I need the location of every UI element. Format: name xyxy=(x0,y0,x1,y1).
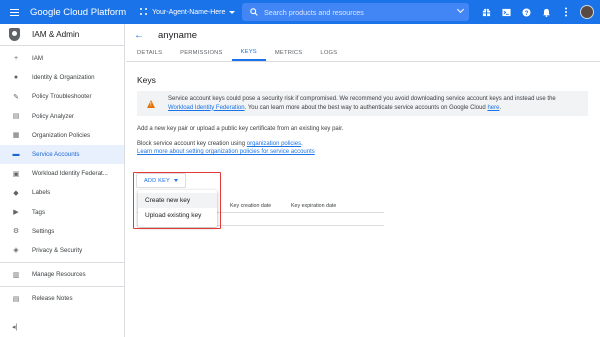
main-menu-button[interactable] xyxy=(2,0,26,24)
sidebar-title: IAM & Admin xyxy=(32,30,80,39)
sidebar-item-service-accounts[interactable]: ▬ Service Accounts xyxy=(0,144,124,165)
sidebar-item-release-notes[interactable]: ▤ Release Notes xyxy=(0,289,124,308)
column-key-creation-date[interactable]: Key creation date xyxy=(230,203,271,209)
sidebar: IAM & Admin + IAM ● Identity & Organizat… xyxy=(0,24,125,337)
search-input[interactable] xyxy=(264,7,444,17)
page-title: anyname xyxy=(158,29,198,41)
sidebar-item-label: Manage Resources xyxy=(32,271,86,279)
add-key-label: ADD KEY xyxy=(144,177,170,184)
search-bar[interactable] xyxy=(242,3,469,21)
sidebar-item-labels[interactable]: ◆ Labels xyxy=(0,183,124,202)
sidebar-item-policy-troubleshooter[interactable]: ✎ Policy Troubleshooter xyxy=(0,87,124,106)
person-circle-icon: ● xyxy=(13,74,19,82)
block-end: . xyxy=(301,141,303,148)
search-expand-chevron-icon[interactable] xyxy=(456,5,465,14)
label-icon: ◆ xyxy=(13,189,19,197)
add-key-description: Add a new key pair or upload a public ke… xyxy=(137,126,344,132)
terminal-icon[interactable] xyxy=(496,0,516,24)
menu-item-upload-existing-key[interactable]: Upload existing key xyxy=(138,208,217,223)
block-key-paragraph: Block service account key creation using… xyxy=(137,140,600,156)
sidebar-header: IAM & Admin xyxy=(0,24,124,46)
document-search-icon: ▤ xyxy=(12,113,20,121)
tab-details[interactable]: DETAILS xyxy=(128,45,171,61)
sidebar-item-label: Service Accounts xyxy=(32,151,80,159)
project-name: Your-Agent-Name-Here xyxy=(152,8,226,16)
sidebar-item-label: IAM xyxy=(32,55,44,63)
section-title: Keys xyxy=(137,75,156,85)
more-vert-icon[interactable] xyxy=(556,0,576,24)
workload-identity-link[interactable]: Workload Identity Federation xyxy=(168,105,245,111)
help-icon[interactable]: ? xyxy=(516,0,536,24)
sidebar-item-label: Settings xyxy=(32,227,55,235)
collapse-icon[interactable]: ◂| xyxy=(12,323,17,331)
sidebar-item-label: Organization Policies xyxy=(32,131,91,139)
organization-policies-link[interactable]: organization policies xyxy=(247,141,301,147)
gift-icon[interactable] xyxy=(476,0,496,24)
resources-icon: ▥ xyxy=(12,271,20,279)
list-icon: ▦ xyxy=(12,132,20,140)
tab-logs[interactable]: LOGS xyxy=(311,45,346,61)
sidebar-item-label: Release Notes xyxy=(32,295,73,303)
hamburger-icon xyxy=(9,8,19,16)
warning-text: Service account keys could pose a securi… xyxy=(168,95,556,113)
learn-more-link[interactable]: Learn more about setting organization po… xyxy=(137,149,315,155)
sidebar-item-iam[interactable]: + IAM xyxy=(0,49,124,68)
sidebar-divider xyxy=(0,286,124,288)
sidebar-item-label: Policy Troubleshooter xyxy=(32,93,92,101)
sidebar-item-label: Identity & Organization xyxy=(32,74,95,82)
menu-item-create-new-key[interactable]: Create new key xyxy=(138,193,217,208)
notes-icon: ▤ xyxy=(12,295,20,303)
warning-text-part: . xyxy=(499,104,502,111)
warning-icon: ! xyxy=(147,99,155,108)
person-add-icon: + xyxy=(13,55,19,63)
sidebar-item-policy-analyzer[interactable]: ▤ Policy Analyzer xyxy=(0,107,124,126)
shield-icon xyxy=(9,28,20,41)
sidebar-item-workload-identity-federation[interactable]: ▣ Workload Identity Federat... xyxy=(0,164,124,183)
sidebar-item-identity-organization[interactable]: ● Identity & Organization xyxy=(0,68,124,87)
sidebar-item-tags[interactable]: ▶ Tags xyxy=(0,203,124,222)
gear-icon: ⚙ xyxy=(12,228,20,236)
main-content: ← anyname DETAILS PERMISSIONS KEYS METRI… xyxy=(126,24,600,337)
top-app-bar: Google Cloud Platform Your-Agent-Name-He… xyxy=(0,0,600,24)
back-arrow-icon[interactable]: ← xyxy=(134,30,148,41)
sidebar-item-privacy-security[interactable]: ◈ Privacy & Security xyxy=(0,241,124,260)
sidebar-divider xyxy=(0,262,124,264)
search-icon xyxy=(250,8,258,16)
chevron-down-icon xyxy=(229,10,236,14)
top-icons: ? xyxy=(476,0,594,24)
sidebar-item-organization-policies[interactable]: ▦ Organization Policies xyxy=(0,126,124,145)
caret-down-icon xyxy=(173,179,178,182)
warning-banner: ! Service account keys could pose a secu… xyxy=(137,91,588,116)
wrench-icon: ✎ xyxy=(13,93,19,101)
svg-text:?: ? xyxy=(524,9,528,16)
here-link[interactable]: here xyxy=(487,105,499,111)
brand-title[interactable]: Google Cloud Platform xyxy=(30,7,126,18)
warning-text-part: Service account keys could pose a securi… xyxy=(168,95,556,102)
tab-permissions[interactable]: PERMISSIONS xyxy=(171,45,231,61)
add-key-menu: Create new key Upload existing key xyxy=(138,190,217,227)
sidebar-item-label: Policy Analyzer xyxy=(32,112,74,120)
warning-text-part: . You can learn more about the best way … xyxy=(244,104,486,111)
service-account-icon: ▬ xyxy=(12,151,20,159)
tag-icon: ▶ xyxy=(13,209,19,217)
shield-lock-icon: ◈ xyxy=(13,247,19,255)
sidebar-item-label: Tags xyxy=(32,208,46,216)
project-dots-icon xyxy=(140,8,148,16)
add-key-button[interactable]: ADD KEY xyxy=(136,173,186,188)
avatar[interactable] xyxy=(580,5,594,19)
tab-keys[interactable]: KEYS xyxy=(231,45,266,61)
tab-bar: DETAILS PERMISSIONS KEYS METRICS LOGS xyxy=(126,46,600,62)
bell-icon[interactable] xyxy=(536,0,556,24)
project-selector[interactable]: Your-Agent-Name-Here xyxy=(136,4,239,20)
title-row: ← anyname xyxy=(126,24,600,46)
sidebar-item-label: Workload Identity Federat... xyxy=(32,170,108,178)
sidebar-item-settings[interactable]: ⚙ Settings xyxy=(0,222,124,241)
sidebar-item-label: Labels xyxy=(32,189,51,197)
block-text: Block service account key creation using xyxy=(137,141,246,148)
sidebar-item-label: Privacy & Security xyxy=(32,246,83,254)
sidebar-item-manage-resources[interactable]: ▥ Manage Resources xyxy=(0,265,124,284)
tab-metrics[interactable]: METRICS xyxy=(266,45,312,61)
federation-icon: ▣ xyxy=(12,170,20,178)
column-key-expiration-date[interactable]: Key expiration date xyxy=(291,203,336,209)
